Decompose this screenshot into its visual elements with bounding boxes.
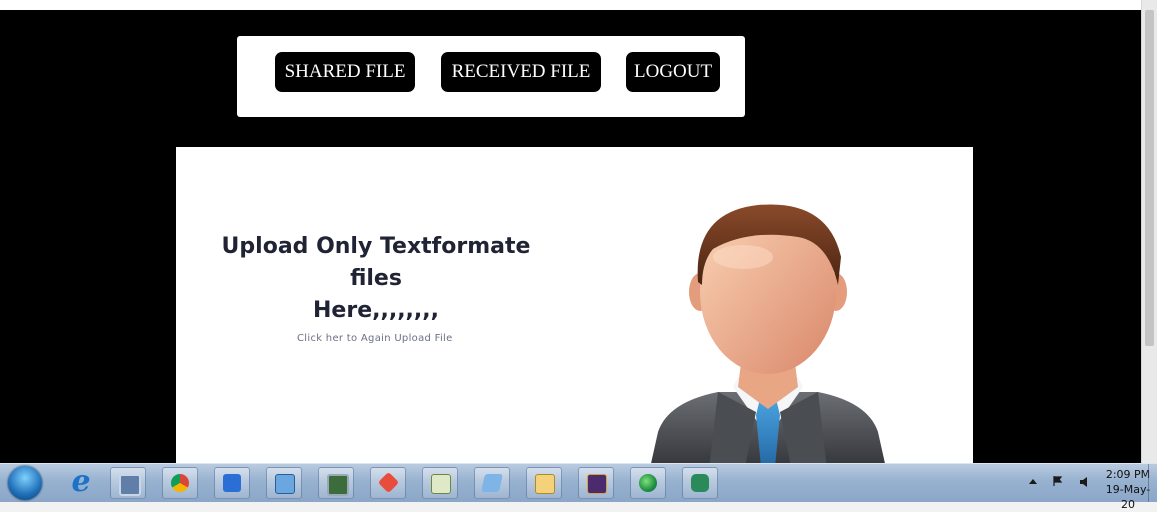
node-icon[interactable]: [682, 467, 718, 499]
vertical-scrollbar[interactable]: [1141, 0, 1157, 463]
chrome-icon[interactable]: [162, 467, 198, 499]
java-ee-ide-icon[interactable]: [578, 467, 614, 499]
upload-heading-line2: Here,,,,,,,,: [313, 298, 439, 323]
action-center-flag-icon[interactable]: [1053, 476, 1063, 486]
show-desktop-button[interactable]: [1148, 464, 1157, 502]
top-strip: [0, 0, 1141, 10]
upload-again-link[interactable]: Click her to Again Upload File: [297, 333, 453, 344]
wps-writer-icon[interactable]: [214, 467, 250, 499]
git-icon[interactable]: [370, 467, 406, 499]
show-hidden-icons-icon[interactable]: [1029, 479, 1037, 484]
taskbar-clock[interactable]: 2:09 PM 19-May-20: [1101, 467, 1155, 512]
clock-date: 19-May-20: [1105, 483, 1151, 511]
network-icon[interactable]: [630, 467, 666, 499]
internet-explorer-icon[interactable]: e: [66, 466, 96, 498]
notepad-plus-icon[interactable]: [422, 467, 458, 499]
scrollbar-thumb[interactable]: [1145, 10, 1154, 346]
control-panel-icon[interactable]: [266, 467, 302, 499]
calculator-icon[interactable]: [110, 467, 146, 499]
nav-bar: SHARED FILE RECEIVED FILE LOGOUT: [237, 36, 745, 117]
start-button[interactable]: [8, 466, 42, 500]
system-tray: 2:09 PM 19-May-20: [1007, 464, 1157, 511]
file-explorer-icon[interactable]: [526, 467, 562, 499]
shared-file-button[interactable]: SHARED FILE: [275, 52, 415, 92]
businessman-avatar-icon: [651, 204, 885, 463]
logout-button[interactable]: LOGOUT: [626, 52, 720, 92]
upload-heading-line1: Upload Only Textformate files: [221, 234, 531, 291]
content-panel: Upload Only Textformate files Here,,,,,,…: [176, 147, 973, 463]
browser-viewport: SHARED FILE RECEIVED FILE LOGOUT Upload …: [0, 0, 1141, 463]
taskbar: e 2:09 PM 19-May-20: [0, 463, 1157, 511]
upload-heading: Upload Only Textformate files Here,,,,,,…: [196, 231, 556, 327]
task-manager-icon[interactable]: [318, 467, 354, 499]
blank-document-icon[interactable]: [474, 467, 510, 499]
volume-speaker-icon[interactable]: [1079, 476, 1089, 488]
received-file-button[interactable]: RECEIVED FILE: [441, 52, 601, 92]
clock-time: 2:09 PM: [1105, 468, 1151, 481]
